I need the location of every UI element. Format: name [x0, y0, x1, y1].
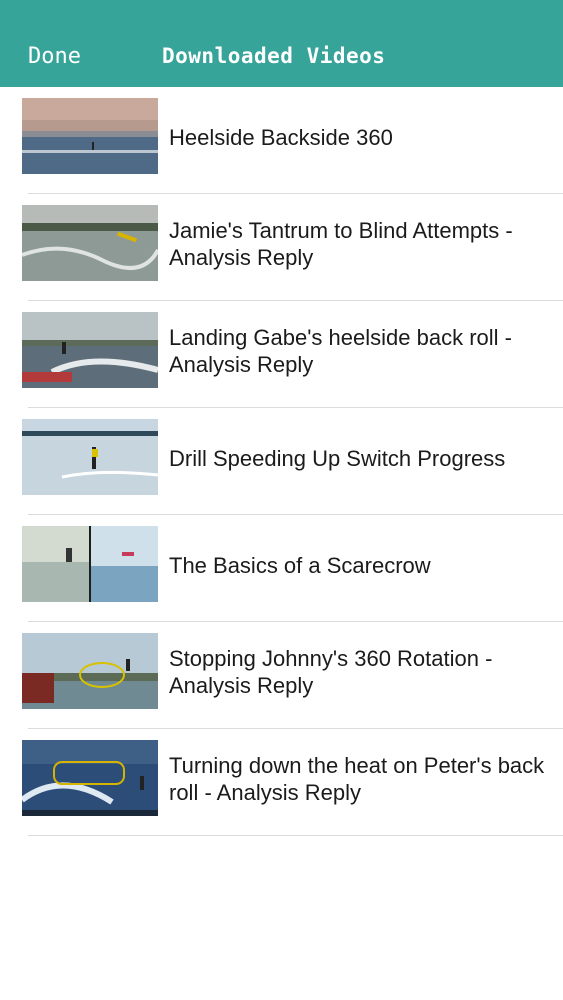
- video-title: Jamie's Tantrum to Blind Attempts - Anal…: [169, 218, 513, 270]
- navigation-bar: Done Downloaded Videos: [0, 0, 563, 87]
- video-list: Heelside Backside 360 Jamie's Tantrum to…: [0, 87, 563, 836]
- video-row[interactable]: Landing Gabe's heelside back roll - Anal…: [0, 301, 563, 408]
- video-title: The Basics of a Scarecrow: [169, 552, 431, 578]
- video-thumbnail: [22, 312, 158, 388]
- video-row[interactable]: The Basics of a Scarecrow: [0, 515, 563, 622]
- video-thumbnail: [22, 98, 158, 174]
- video-row[interactable]: Jamie's Tantrum to Blind Attempts - Anal…: [0, 194, 563, 301]
- video-thumbnail: [22, 205, 158, 281]
- video-row[interactable]: Turning down the heat on Peter's back ro…: [0, 729, 563, 836]
- video-thumbnail: [22, 526, 158, 602]
- video-thumbnail: [22, 419, 158, 495]
- video-title: Stopping Johnny's 360 Rotation - Analysi…: [169, 646, 493, 698]
- video-row[interactable]: Heelside Backside 360: [0, 87, 563, 194]
- done-button[interactable]: Done: [28, 44, 81, 69]
- video-row[interactable]: Stopping Johnny's 360 Rotation - Analysi…: [0, 622, 563, 729]
- video-title: Drill Speeding Up Switch Progress: [169, 445, 506, 471]
- video-title: Landing Gabe's heelside back roll - Anal…: [169, 325, 512, 377]
- video-title: Heelside Backside 360: [169, 124, 393, 150]
- page-title: Downloaded Videos: [162, 44, 386, 68]
- downloaded-videos-screen: Done Downloaded Videos Heelside Backside…: [0, 0, 563, 1000]
- video-thumbnail: [22, 740, 158, 816]
- video-thumbnail: [22, 633, 158, 709]
- video-title: Turning down the heat on Peter's back ro…: [169, 753, 545, 805]
- video-row[interactable]: Drill Speeding Up Switch Progress: [0, 408, 563, 515]
